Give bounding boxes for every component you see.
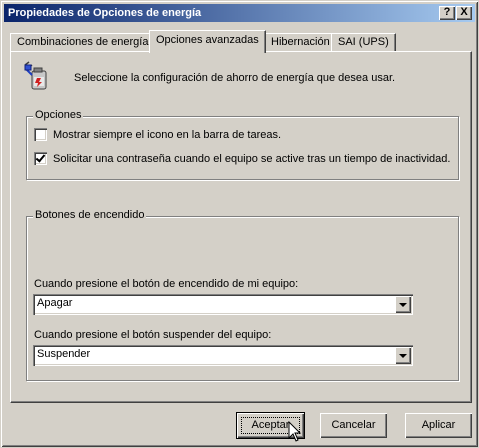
properties-window: Propiedades de Opciones de energía ? X C… [0, 0, 479, 448]
power-button-value: Apagar [37, 297, 73, 309]
help-icon: ? [443, 6, 451, 18]
apply-button[interactable]: Aplicar [405, 413, 472, 438]
suspend-button-value: Suspender [37, 348, 91, 360]
close-button[interactable]: X [456, 6, 472, 20]
tab-opciones-avanzadas[interactable]: Opciones avanzadas [149, 30, 266, 53]
cancel-button[interactable]: Cancelar [320, 413, 387, 438]
window-title: Propiedades de Opciones de energía [8, 7, 202, 19]
intro-text: Seleccione la configuración de ahorro de… [74, 72, 396, 84]
power-button-select[interactable]: Apagar [33, 294, 413, 315]
power-plug-battery-icon [24, 61, 47, 90]
close-icon: X [460, 6, 468, 18]
show-icon-label: Mostrar siempre el icono en la barra de … [53, 129, 282, 141]
chevron-down-icon[interactable] [395, 347, 411, 364]
options-group: Opciones [26, 109, 459, 180]
help-button[interactable]: ? [439, 6, 455, 20]
suspend-button-select[interactable]: Suspender [33, 345, 413, 366]
password-label: Solicitar una contraseña cuando el equip… [53, 153, 451, 165]
password-checkbox[interactable] [34, 152, 47, 165]
cancel-button-label: Cancelar [331, 419, 376, 431]
tab-sai-ups[interactable]: SAI (UPS) [331, 33, 396, 52]
password-checkbox-row[interactable]: Solicitar una contraseña cuando el equip… [34, 152, 450, 165]
suspend-button-label: Cuando presione el botón suspender del e… [34, 329, 272, 341]
power-buttons-legend: Botones de encendido [33, 209, 147, 221]
chevron-down-icon[interactable] [395, 296, 411, 313]
mouse-pointer-icon [288, 421, 302, 442]
tab-hibernacion[interactable]: Hibernación [264, 33, 337, 52]
title-bar[interactable]: Propiedades de Opciones de energía ? X [4, 4, 475, 22]
options-legend: Opciones [33, 109, 84, 121]
apply-button-label: Aplicar [421, 419, 456, 431]
show-icon-checkbox[interactable] [34, 128, 47, 141]
tab-combinaciones[interactable]: Combinaciones de energía [10, 33, 156, 52]
power-button-label: Cuando presione el botón de encendido de… [34, 278, 299, 290]
show-icon-checkbox-row[interactable]: Mostrar siempre el icono en la barra de … [34, 128, 281, 141]
